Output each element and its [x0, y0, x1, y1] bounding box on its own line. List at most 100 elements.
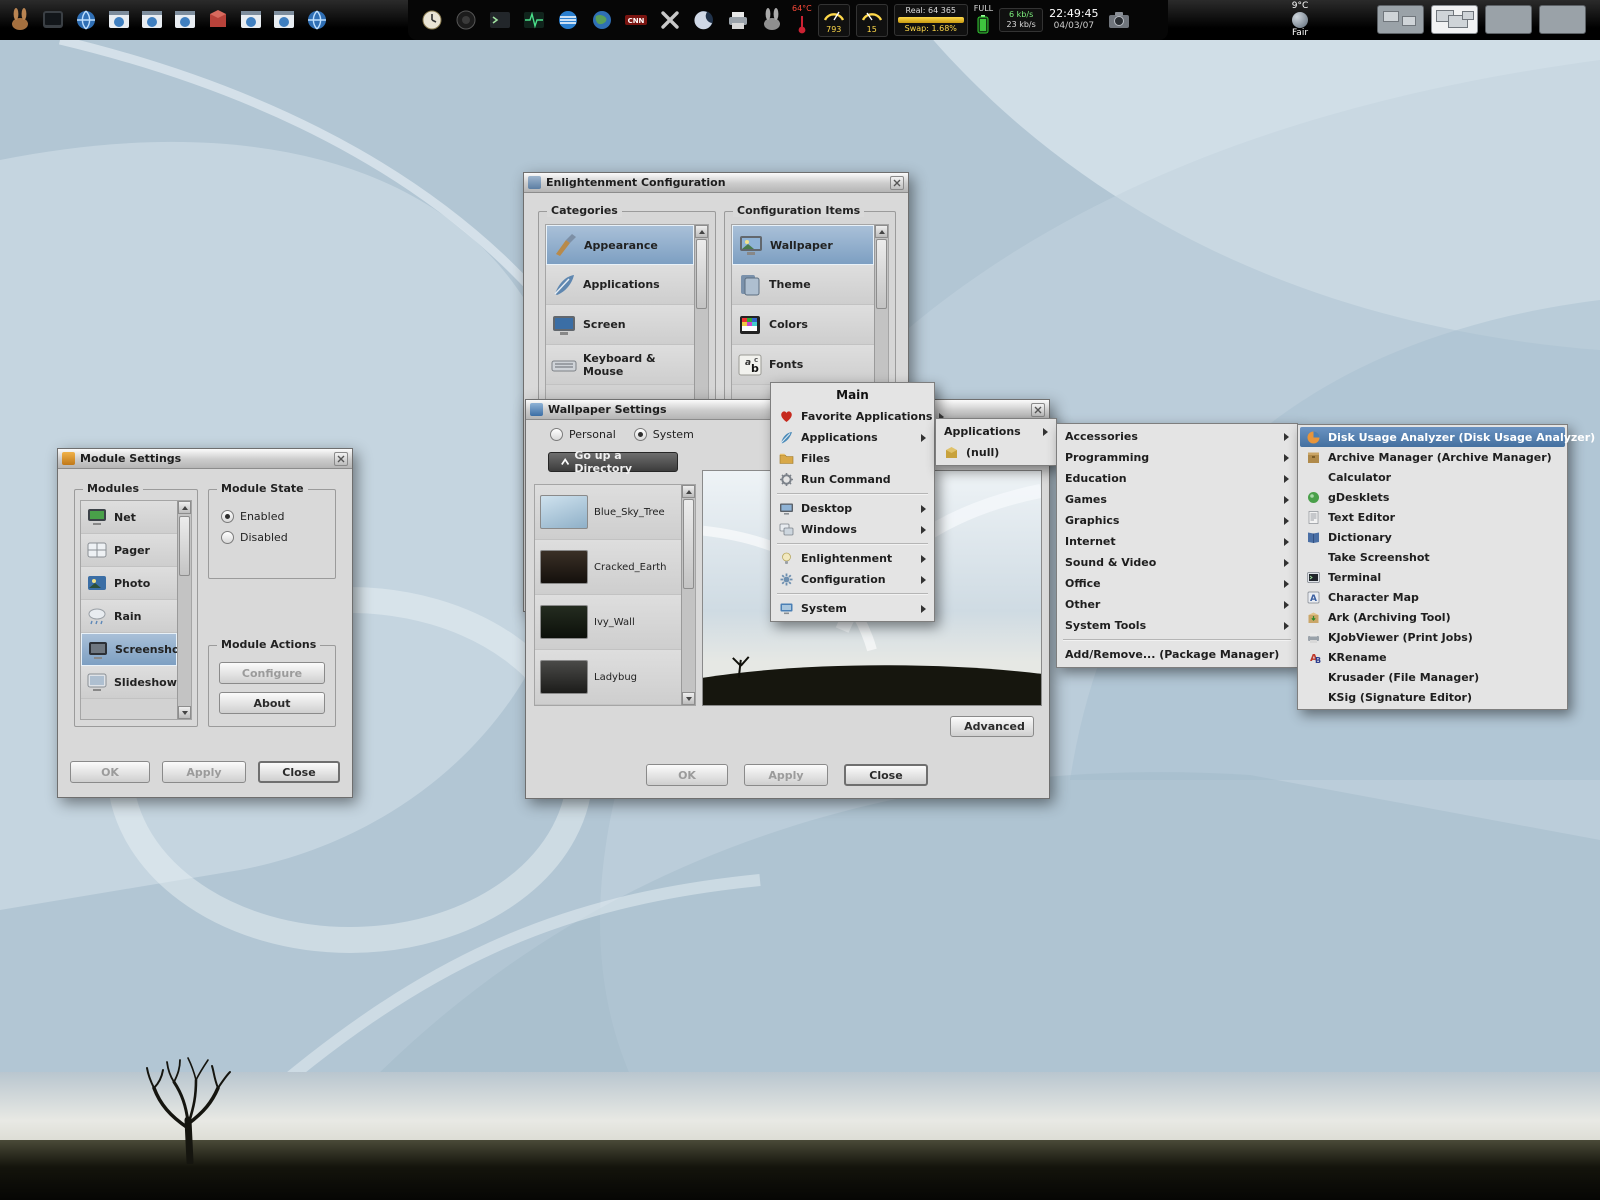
module-item-pager[interactable]: Pager — [81, 534, 177, 567]
scroll-down-button[interactable] — [178, 706, 191, 719]
earth-icon[interactable] — [588, 6, 616, 34]
wallpaper-item-ladybug[interactable]: Ladybug — [535, 650, 681, 705]
desktop[interactable]: { "panel": { "launchers": [ {"name": "bu… — [0, 0, 1600, 1200]
menu-item-take-screenshot[interactable]: Take Screenshot — [1300, 547, 1565, 567]
module-item-net[interactable]: Net — [81, 501, 177, 534]
menu-item-add-remove[interactable]: Add/Remove... (Package Manager) — [1059, 644, 1295, 665]
apply-button[interactable]: Apply — [162, 761, 246, 783]
scroll-up-button[interactable] — [178, 501, 191, 514]
menu-item-accessories[interactable]: Accessories — [1059, 426, 1295, 447]
close-button[interactable] — [334, 452, 348, 466]
bunny-launcher-icon[interactable] — [6, 6, 34, 34]
enabled-radio[interactable] — [221, 510, 234, 523]
printer-icon[interactable] — [724, 6, 752, 34]
scroll-down-button[interactable] — [682, 692, 695, 705]
titlebar[interactable]: Enlightenment Configuration — [524, 173, 908, 193]
browser-window-icon[interactable] — [105, 6, 133, 34]
oscilloscope-icon[interactable] — [520, 6, 548, 34]
ok-button[interactable]: OK — [70, 761, 150, 783]
wallpaper-item-ivy-wall[interactable]: Ivy_Wall — [535, 595, 681, 650]
bunny-icon[interactable] — [758, 6, 786, 34]
moon-app-icon[interactable] — [690, 6, 718, 34]
scroll-thumb[interactable] — [876, 239, 887, 309]
pager-desk-4[interactable] — [1539, 5, 1586, 34]
module-item-photo[interactable]: Photo — [81, 567, 177, 600]
menu-item-sound-video[interactable]: Sound & Video — [1059, 552, 1295, 573]
module-item-rain[interactable]: Rain — [81, 600, 177, 633]
category-item-keyboard-mouse[interactable]: Keyboard & Mouse — [546, 345, 694, 385]
go-up-directory-button[interactable]: Go up a Directory — [548, 452, 678, 472]
menu-item-office[interactable]: Office — [1059, 573, 1295, 594]
menu-item-ksig[interactable]: KSig (Signature Editor) — [1300, 687, 1565, 707]
menu-item-favorite-applications[interactable]: Favorite Applications — [773, 406, 932, 427]
analog-clock-icon[interactable] — [418, 6, 446, 34]
wallpaper-item-cracked-earth[interactable]: Cracked_Earth — [535, 540, 681, 595]
menu-item-other[interactable]: Other — [1059, 594, 1295, 615]
att-globe-icon[interactable] — [554, 6, 582, 34]
category-item-screen[interactable]: Screen — [546, 305, 694, 345]
menu-item-null[interactable]: (null) — [938, 442, 1054, 463]
pager-desk-3[interactable] — [1485, 5, 1532, 34]
close-button[interactable]: Close — [844, 764, 928, 786]
config-item-theme[interactable]: Theme — [732, 265, 874, 305]
personal-radio-row[interactable]: Personal — [550, 428, 616, 441]
menu-item-character-map[interactable]: A Character Map — [1300, 587, 1565, 607]
menu-item-internet[interactable]: Internet — [1059, 531, 1295, 552]
close-button[interactable] — [890, 176, 904, 190]
scroll-thumb[interactable] — [696, 239, 707, 309]
scroll-up-button[interactable] — [875, 225, 888, 238]
category-item-applications[interactable]: Applications — [546, 265, 694, 305]
close-button[interactable] — [1031, 403, 1045, 417]
cnn-icon[interactable]: CNN — [622, 6, 650, 34]
menu-item-text-editor[interactable]: Text Editor — [1300, 507, 1565, 527]
scroll-up-button[interactable] — [695, 225, 708, 238]
menu-item-education[interactable]: Education — [1059, 468, 1295, 489]
menu-item-games[interactable]: Games — [1059, 489, 1295, 510]
pager-desk-2[interactable] — [1431, 5, 1478, 34]
scroll-up-button[interactable] — [682, 485, 695, 498]
pager-desk-1[interactable] — [1377, 5, 1424, 34]
camera-icon[interactable] — [1105, 6, 1133, 34]
system-radio[interactable] — [634, 428, 647, 441]
config-item-colors[interactable]: Colors — [732, 305, 874, 345]
menu-item-terminal[interactable]: Terminal — [1300, 567, 1565, 587]
speaker-icon[interactable] — [452, 6, 480, 34]
advanced-button[interactable]: Advanced — [950, 716, 1034, 737]
module-item-screenshot[interactable]: Screenshot — [81, 633, 177, 666]
browser-window-icon[interactable] — [171, 6, 199, 34]
file-list-scrollbar[interactable] — [681, 485, 695, 705]
disabled-radio-row[interactable]: Disabled — [221, 531, 288, 544]
category-item-appearance[interactable]: Appearance — [546, 225, 694, 265]
menu-item-desktop[interactable]: Desktop — [773, 498, 932, 519]
menu-item-enlightenment[interactable]: Enlightenment — [773, 548, 932, 569]
disabled-radio[interactable] — [221, 531, 234, 544]
menu-item-ark[interactable]: Ark (Archiving Tool) — [1300, 607, 1565, 627]
menu-item-applications[interactable]: Applications — [773, 427, 932, 448]
enabled-radio-row[interactable]: Enabled — [221, 510, 288, 523]
menu-item-programming[interactable]: Programming — [1059, 447, 1295, 468]
browser-window-icon[interactable] — [237, 6, 265, 34]
menu-item-krename[interactable]: AB KRename — [1300, 647, 1565, 667]
titlebar[interactable]: Module Settings — [58, 449, 352, 469]
ok-button[interactable]: OK — [646, 764, 728, 786]
scroll-thumb[interactable] — [179, 516, 190, 576]
configure-button[interactable]: Configure — [219, 662, 325, 684]
menu-item-windows[interactable]: Windows — [773, 519, 932, 540]
package-icon[interactable] — [204, 6, 232, 34]
menu-item-archive-manager[interactable]: Archive Manager (Archive Manager) — [1300, 447, 1565, 467]
menu-item-disk-usage-analyzer[interactable]: Disk Usage Analyzer (Disk Usage Analyzer… — [1300, 427, 1565, 447]
about-button[interactable]: About — [219, 692, 325, 714]
globe-launcher-icon[interactable] — [303, 6, 331, 34]
scroll-thumb[interactable] — [683, 499, 694, 589]
config-item-fonts[interactable]: abc Fonts — [732, 345, 874, 385]
system-radio-row[interactable]: System — [634, 428, 694, 441]
personal-radio[interactable] — [550, 428, 563, 441]
close-button[interactable]: Close — [258, 761, 340, 783]
menu-item-kjobviewer[interactable]: KJobViewer (Print Jobs) — [1300, 627, 1565, 647]
globe-launcher-icon[interactable] — [72, 6, 100, 34]
menu-item-dictionary[interactable]: Dictionary — [1300, 527, 1565, 547]
config-item-wallpaper[interactable]: Wallpaper — [732, 225, 874, 265]
menu-item-system[interactable]: System — [773, 598, 932, 619]
xchat-icon[interactable] — [656, 6, 684, 34]
apply-button[interactable]: Apply — [744, 764, 828, 786]
